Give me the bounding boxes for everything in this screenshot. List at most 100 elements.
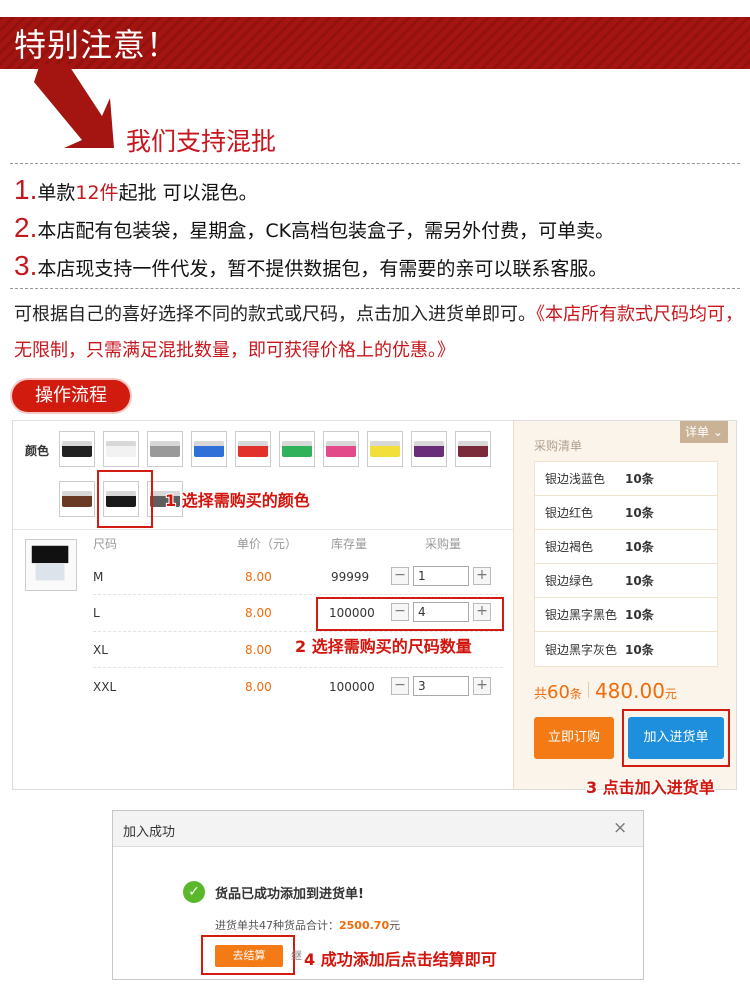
total-summary: 共 60 条 480.00 元 — [534, 679, 677, 703]
divider — [93, 594, 503, 595]
header-stock: 库存量 — [331, 537, 368, 551]
table-row: XXL 8.00 100000 − 3 + — [13, 671, 513, 707]
continue-link[interactable]: 继 — [291, 947, 302, 963]
item-count: 10条 — [625, 608, 654, 622]
color-swatch[interactable] — [411, 431, 447, 467]
item-name: 银边浅蓝色 — [545, 472, 606, 486]
total-count: 60 — [547, 682, 570, 703]
list-item: 银边褐色 10条 — [535, 530, 717, 564]
quantity-input[interactable]: 3 — [413, 676, 469, 696]
list-item: 银边黑字灰色 10条 — [535, 632, 717, 666]
subtitle: 我们支持混批 — [126, 127, 277, 156]
selected-quantity-highlight — [316, 597, 504, 631]
row-price: 8.00 — [245, 680, 272, 694]
buy-now-button[interactable]: 立即订购 — [534, 717, 614, 759]
color-swatch[interactable] — [191, 431, 227, 467]
color-swatch[interactable] — [147, 431, 183, 467]
color-swatch[interactable] — [103, 431, 139, 467]
color-swatch[interactable] — [279, 431, 315, 467]
product-selector: 颜色 1 选择需购买的颜色 尺码 单价（元） 库存量 采购量 M 8.00 99… — [13, 421, 513, 789]
checkout-button[interactable]: 去结算 — [215, 945, 283, 967]
item-count: 10条 — [625, 540, 654, 554]
detail-label: 详单 — [685, 425, 710, 439]
add-to-cart-button[interactable]: 加入进货单 — [628, 717, 724, 759]
divider — [93, 631, 503, 632]
decrease-button[interactable]: − — [391, 677, 409, 695]
step4-callout: 4 成功添加后点击结算即可 — [304, 950, 497, 969]
success-message: 货品已成功添加到进货单! — [215, 887, 364, 902]
divider — [10, 163, 740, 164]
summary-unit: 元 — [389, 919, 401, 932]
cart-summary: 进货单共47种货品合计：2500.70元 — [215, 917, 400, 933]
selected-color-highlight — [97, 470, 153, 528]
row-price: 8.00 — [245, 606, 272, 620]
divider — [93, 667, 503, 668]
color-swatch[interactable] — [455, 431, 491, 467]
summary-amount: 2500.70 — [339, 919, 390, 932]
item-name: 银边绿色 — [545, 574, 594, 588]
decrease-button[interactable]: − — [391, 567, 409, 585]
row-size: L — [93, 606, 100, 620]
step2-callout: 2 选择需购买的尺码数量 — [295, 637, 472, 656]
chevron-down-icon: ⌄ — [709, 425, 723, 439]
row-size: XXL — [93, 680, 117, 694]
color-swatch[interactable] — [235, 431, 271, 467]
rule-3: 3.本店现支持一件代发，暂不提供数据包，有需要的亲可以联系客服。 — [14, 250, 608, 281]
rule-2: 2.本店配有包装袋，星期盒，CK高档包装盒子，需另外付费，可单卖。 — [14, 212, 615, 243]
item-count: 10条 — [625, 472, 654, 486]
dialog-title: 加入成功 — [123, 825, 176, 840]
item-count: 10条 — [625, 642, 654, 657]
header-size: 尺码 — [93, 537, 118, 551]
increase-button[interactable]: + — [473, 567, 491, 585]
item-name: 银边红色 — [545, 506, 594, 520]
table-row: M 8.00 99999 − 1 + — [13, 561, 513, 597]
item-name: 银边黑字灰色 — [545, 642, 618, 657]
divider — [13, 529, 513, 530]
item-name: 银边褐色 — [545, 540, 594, 554]
total-prefix: 共 — [534, 687, 548, 702]
order-panel: 颜色 1 选择需购买的颜色 尺码 单价（元） 库存量 采购量 M 8.00 99… — [12, 420, 737, 790]
quantity-stepper: − 1 + — [391, 566, 491, 586]
flow-label: 操作流程 — [12, 380, 130, 412]
close-icon[interactable]: × — [613, 818, 627, 838]
success-check-icon: ✓ — [183, 881, 205, 903]
row-price: 8.00 — [245, 570, 272, 584]
color-swatch[interactable] — [59, 481, 95, 517]
total-unit: 条 — [569, 687, 582, 701]
divider — [10, 288, 740, 289]
color-label: 颜色 — [25, 444, 50, 458]
down-arrow-icon — [34, 64, 114, 148]
color-swatch[interactable] — [367, 431, 403, 467]
row-stock: 99999 — [331, 570, 370, 584]
step1-callout: 1 选择需购买的颜色 — [165, 491, 310, 510]
item-count: 10条 — [625, 574, 654, 588]
total-amount: 480.00 — [594, 679, 665, 703]
summary-label: 进货单共47种货品合计： — [215, 919, 339, 932]
purchase-title: 采购清单 — [534, 439, 583, 453]
list-item: 银边绿色 10条 — [535, 564, 717, 598]
quantity-stepper: − 3 + — [391, 676, 491, 696]
list-item: 银边黑字黑色 10条 — [535, 598, 717, 632]
color-swatch[interactable] — [59, 431, 95, 467]
item-name: 银边黑字黑色 — [545, 608, 618, 622]
item-count: 10条 — [625, 506, 654, 520]
dialog-header: 加入成功 × — [113, 811, 643, 847]
quantity-input[interactable]: 1 — [413, 566, 469, 586]
row-stock: 100000 — [329, 680, 375, 694]
list-item: 银边浅蓝色 10条 — [535, 462, 717, 496]
color-swatch[interactable] — [323, 431, 359, 467]
purchase-items: 银边浅蓝色 10条 银边红色 10条 银边褐色 10条 银边绿色 10条 银边黑字黑色 1… — [534, 461, 718, 667]
step3-callout: 3 点击加入进货单 — [586, 778, 715, 797]
rule-1: 1.单款12件起批 可以混色。 — [14, 174, 258, 205]
mixed-batch-note: 可根据自己的喜好选择不同的款式或尺码，点击加入进货单即可。《本店所有款式尺码均可… — [14, 304, 743, 361]
purchase-list: 采购清单 详单 ⌄ 银边浅蓝色 10条 银边红色 10条 银边褐色 10条 银边绿色 1… — [513, 421, 736, 789]
banner-title: 特别注意！ — [14, 26, 180, 64]
increase-button[interactable]: + — [473, 677, 491, 695]
row-size: M — [93, 570, 104, 584]
detail-button[interactable]: 详单 ⌄ — [680, 421, 728, 443]
header-price: 单价（元） — [237, 537, 298, 551]
row-price: 8.00 — [245, 643, 272, 657]
header-buy: 采购量 — [425, 537, 462, 551]
currency: 元 — [664, 687, 677, 701]
list-item: 银边红色 10条 — [535, 496, 717, 530]
